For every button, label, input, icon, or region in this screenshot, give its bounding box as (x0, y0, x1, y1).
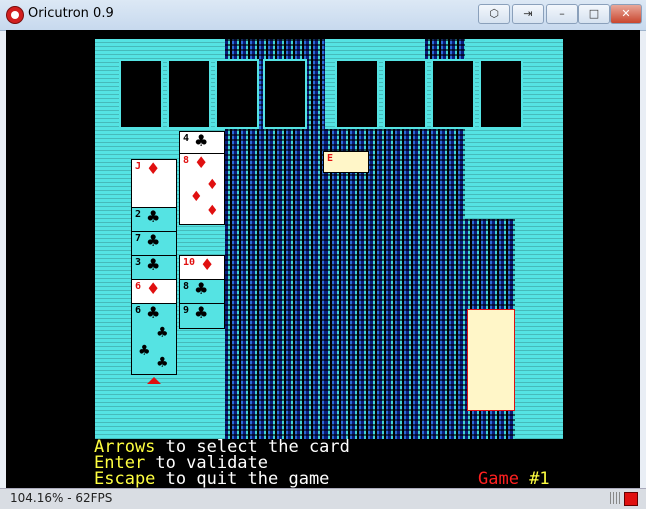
window-title: Oricutron 0.9 (28, 6, 114, 21)
card-suit: ♣ (194, 131, 209, 150)
card-rank: 8 (183, 155, 190, 166)
card-suit: ♣ (146, 303, 161, 322)
card-suit: ♣ (146, 207, 161, 226)
playing-card[interactable]: 4 ♣ (179, 131, 225, 155)
card-rank: J (135, 161, 142, 172)
status-led-icon (624, 492, 638, 506)
diamond-icon: ♦ (190, 189, 203, 205)
foundation-slot[interactable] (167, 59, 211, 129)
playing-card[interactable]: 7 ♣ (131, 231, 177, 257)
card-rank: 10 (183, 257, 196, 268)
graphics-noise (325, 129, 465, 439)
card-suit: ♦ (194, 153, 209, 172)
graphics-noise (425, 39, 465, 59)
foundation-slot[interactable] (215, 59, 259, 129)
fps-counter: 62FPS (75, 491, 113, 505)
status-bar: 104.16% - 62FPS (0, 488, 646, 509)
instruction-line-escape: Escape to quit the game (94, 469, 330, 488)
card-suit: ♦ (146, 159, 161, 178)
card-rank: 8 (183, 281, 190, 292)
card-rank: 3 (135, 257, 142, 268)
resize-grip-icon[interactable] (610, 492, 620, 504)
graphics-noise (467, 309, 515, 411)
card-suit: ♦ (146, 279, 161, 298)
status-text: 104.16% - 62FPS (10, 491, 113, 505)
selection-cursor-icon (147, 377, 161, 384)
card-rank: 6 (135, 281, 142, 292)
foundation-slot[interactable] (431, 59, 475, 129)
game-playfield: J ♦ 2 ♣ 7 ♣ 3 ♣ 6 ♦ 6 ♣ ♣ ♣ ♣ 4 ♣ 8 ♦ ♦ … (95, 39, 563, 439)
zoom-level: 104.16% (10, 491, 64, 505)
card-suit: ♦ (200, 255, 215, 274)
app-icon (6, 6, 24, 24)
minimize-button[interactable]: – (546, 4, 578, 24)
foundation-slot[interactable] (335, 59, 379, 129)
playing-card[interactable]: E (323, 151, 369, 173)
card-suit: ♣ (146, 255, 161, 274)
card-rank: E (327, 153, 334, 164)
playing-card[interactable]: 6 ♦ (131, 279, 177, 305)
foundation-slot[interactable] (479, 59, 523, 129)
card-suit: ♣ (146, 231, 161, 250)
detach-button[interactable]: ⇥ (512, 4, 544, 24)
emulator-screen[interactable]: J ♦ 2 ♣ 7 ♣ 3 ♣ 6 ♦ 6 ♣ ♣ ♣ ♣ 4 ♣ 8 ♦ ♦ … (6, 30, 640, 488)
card-rank: 2 (135, 209, 142, 220)
card-rank: 4 (183, 133, 190, 144)
foundation-slot[interactable] (119, 59, 163, 129)
extra-control-button[interactable]: ⬡ (478, 4, 510, 24)
card-suit: ♣ (194, 279, 209, 298)
card-rank: 7 (135, 233, 142, 244)
club-icon: ♣ (156, 325, 169, 341)
game-number-label: Game #1 (478, 469, 550, 488)
diamond-icon: ♦ (206, 203, 219, 219)
close-button[interactable]: ✕ (610, 4, 642, 24)
playing-card[interactable]: 2 ♣ (131, 207, 177, 233)
window-titlebar[interactable]: Oricutron 0.9 ⬡ ⇥ – □ ✕ (0, 0, 646, 31)
playing-card[interactable]: 3 ♣ (131, 255, 177, 281)
playing-card[interactable]: 8 ♣ (179, 279, 225, 305)
card-suit: ♣ (194, 303, 209, 322)
playing-card[interactable]: 10 ♦ (179, 255, 225, 281)
playing-card[interactable]: 8 ♦ ♦ ♦ ♦ (179, 153, 225, 225)
playing-card[interactable]: 9 ♣ (179, 303, 225, 329)
club-icon: ♣ (138, 343, 151, 359)
foundation-slot[interactable] (383, 59, 427, 129)
diamond-icon: ♦ (206, 177, 219, 193)
playing-card[interactable]: J ♦ (131, 159, 177, 209)
card-rank: 9 (183, 305, 190, 316)
card-rank: 6 (135, 305, 142, 316)
foundation-slot[interactable] (263, 59, 307, 129)
playing-card-selected[interactable]: 6 ♣ ♣ ♣ ♣ (131, 303, 177, 375)
club-icon: ♣ (156, 355, 169, 371)
maximize-button[interactable]: □ (578, 4, 610, 24)
